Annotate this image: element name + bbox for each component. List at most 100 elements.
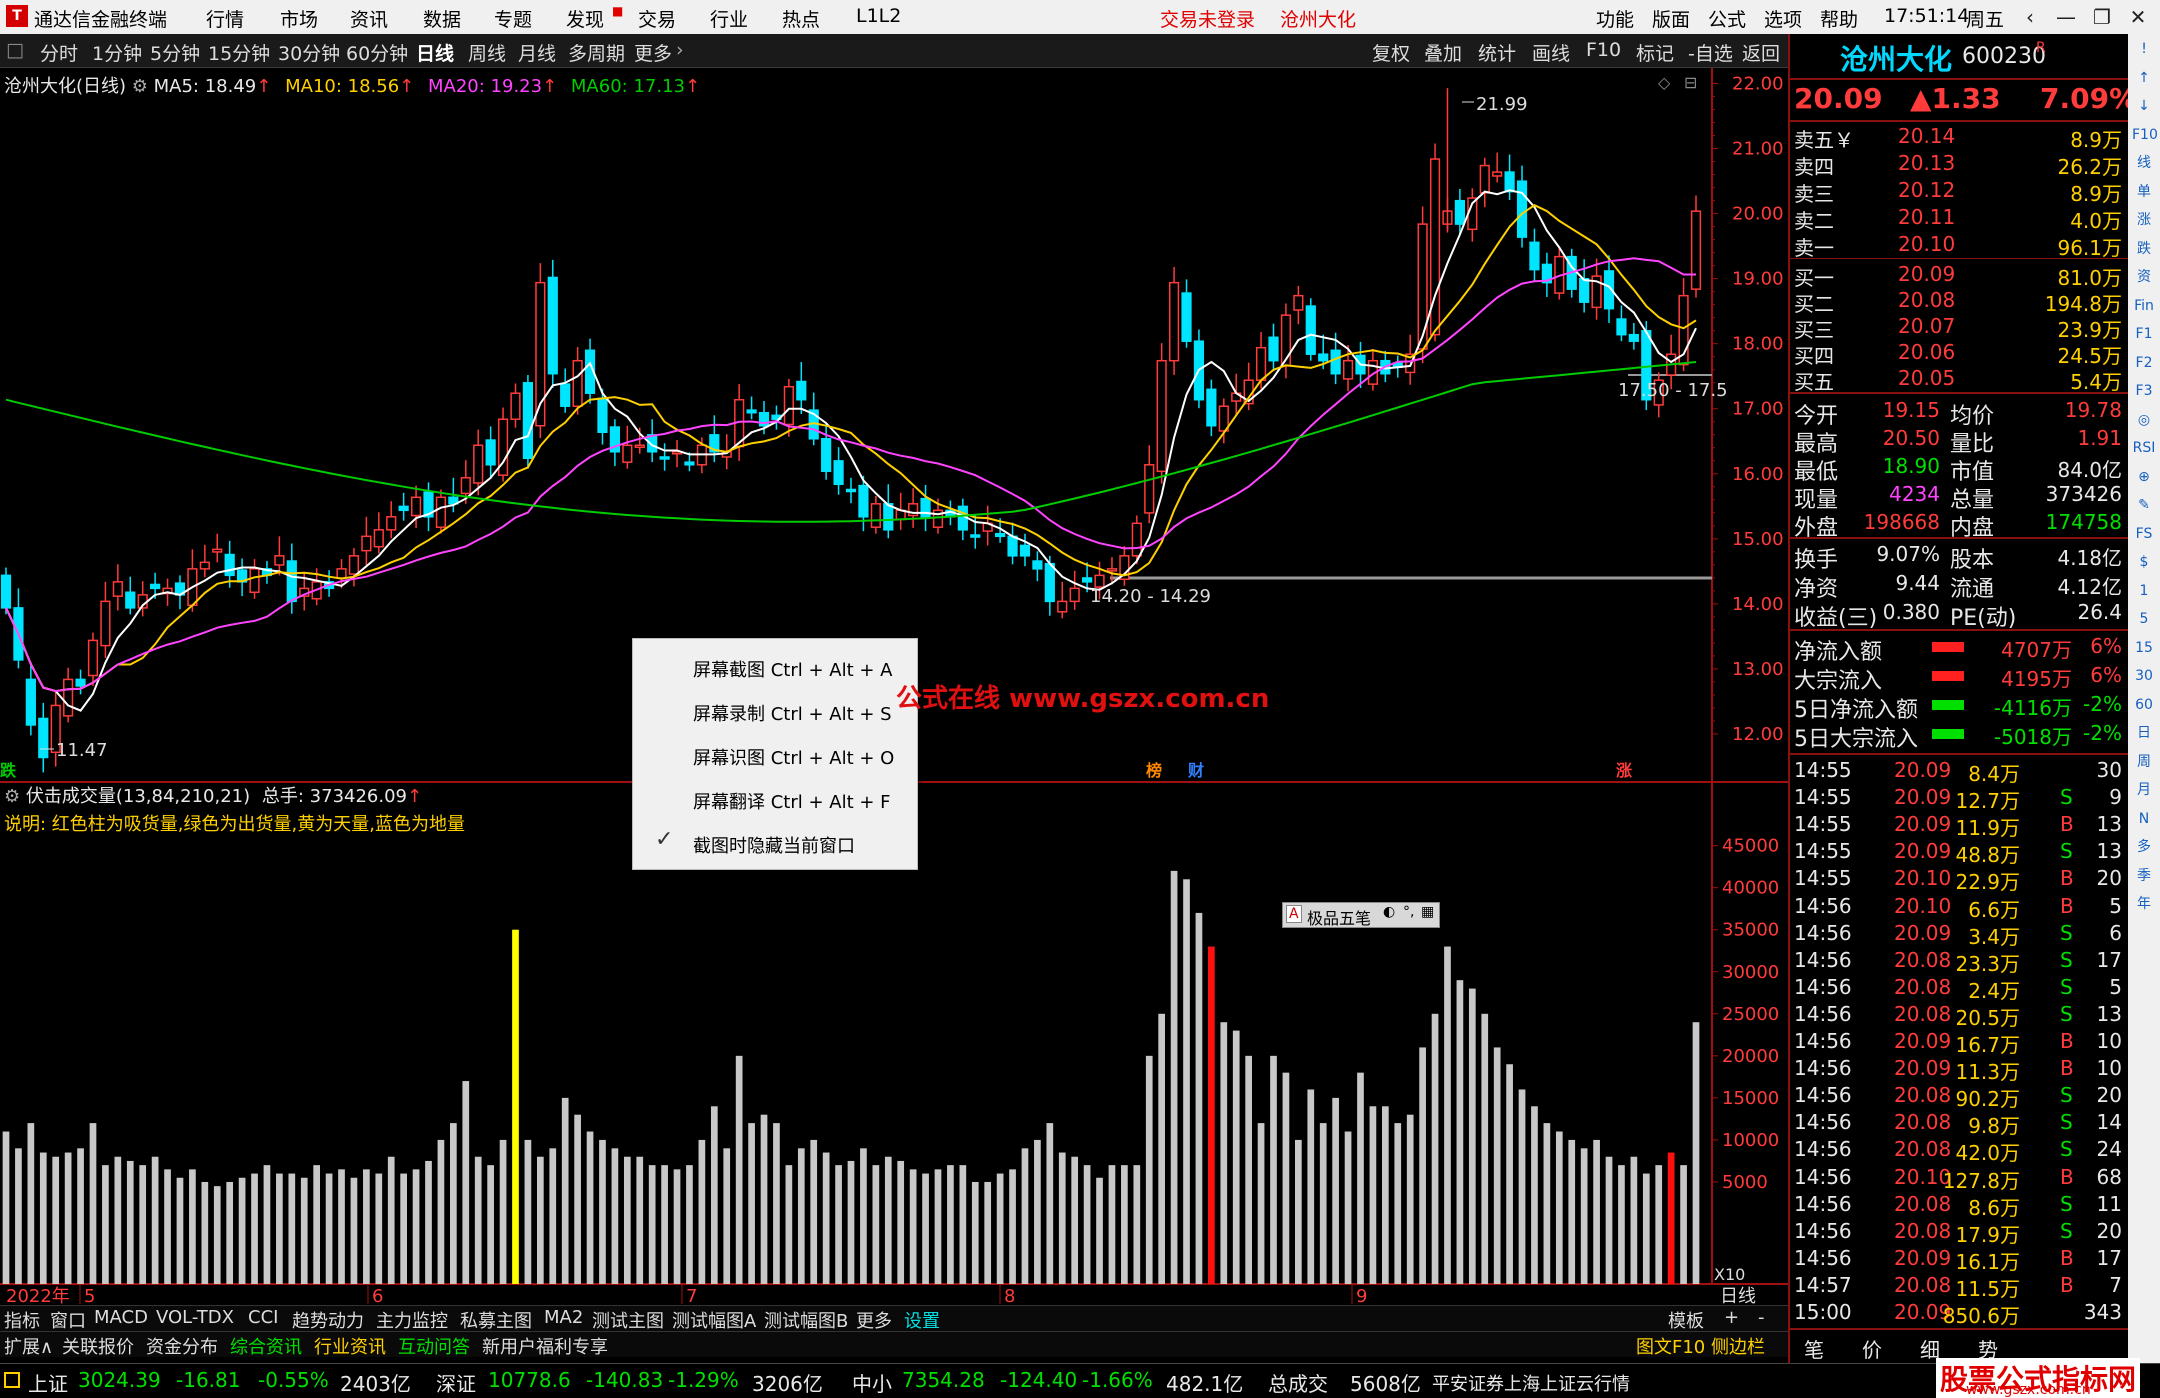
candlestick[interactable] (908, 488, 919, 528)
candlestick[interactable] (1069, 570, 1080, 610)
indicator-tab-11[interactable]: 测试幅图B (764, 1307, 848, 1333)
candlestick[interactable] (1305, 298, 1316, 361)
candlestick[interactable] (1690, 195, 1702, 298)
candlestick[interactable] (1492, 152, 1503, 183)
indicator-tab-7[interactable]: 私募主图 (460, 1307, 532, 1333)
candlestick[interactable] (0, 567, 12, 615)
period-1min[interactable]: 1分钟 (92, 39, 142, 66)
candlestick[interactable] (1529, 228, 1540, 282)
candlestick[interactable] (261, 561, 273, 584)
side-icon-29[interactable]: 季 (2132, 865, 2156, 887)
candlestick[interactable] (609, 419, 620, 467)
candlestick[interactable] (1032, 551, 1043, 582)
candlestick[interactable] (1516, 165, 1528, 248)
side-icon-4[interactable]: 线 (2132, 152, 2156, 174)
keyboard-icon[interactable]: ▦ (1421, 904, 1434, 920)
sh-label[interactable]: 上证 (28, 1368, 68, 1397)
candlestick[interactable] (1467, 188, 1478, 242)
back-icon[interactable]: ‹ (2012, 3, 2048, 31)
candlestick[interactable] (883, 484, 894, 539)
btn-diejia[interactable]: 叠加 (1424, 39, 1462, 66)
settings-icon[interactable]: ⚙ (132, 76, 154, 97)
ask-row[interactable]: 卖二 20.11 4.0万 (1790, 205, 2130, 233)
menu-l1l2[interactable]: L1L2 (856, 5, 901, 27)
bid-row[interactable]: 买二 20.08 194.8万 (1790, 288, 2130, 316)
side-icon-28[interactable]: 多 (2132, 836, 2156, 858)
candlestick[interactable] (237, 558, 248, 597)
menu-banmian[interactable]: 版面 (1652, 5, 1690, 32)
candlestick[interactable] (87, 632, 99, 686)
template-btn-1[interactable]: + (1724, 1307, 1739, 1328)
ext-tab-4[interactable]: 行业资讯 (314, 1333, 386, 1359)
side-icon-17[interactable]: FS (2132, 523, 2156, 545)
candlestick[interactable] (1156, 343, 1167, 484)
menu-jiaoyi[interactable]: 交易 (638, 5, 676, 32)
candlestick[interactable] (1119, 546, 1130, 586)
candlestick[interactable] (63, 667, 74, 723)
ext-tab-0[interactable]: 扩展∧ (4, 1333, 53, 1359)
side-icon-9[interactable]: Fin (2132, 295, 2156, 317)
side-icon-20[interactable]: 5 (2132, 608, 2156, 630)
candlestick[interactable] (1367, 348, 1379, 391)
candlestick[interactable] (634, 427, 645, 454)
indicator-tab-4[interactable]: CCI (248, 1307, 278, 1328)
ask-row[interactable]: 卖一 20.10 96.1万 (1790, 232, 2130, 260)
indicator-tab-2[interactable]: MACD (94, 1307, 148, 1328)
ask-row[interactable]: 卖四 20.13 26.2万 (1790, 151, 2130, 179)
candlestick[interactable] (1591, 258, 1602, 320)
menu-item-hide-window[interactable]: 截图时隐藏当前窗口 (693, 832, 855, 858)
candlestick[interactable] (25, 661, 36, 736)
period-daily[interactable]: 日线 (416, 39, 454, 66)
candlestick[interactable] (361, 516, 372, 565)
candlestick[interactable] (386, 501, 397, 539)
candlestick[interactable] (485, 426, 496, 480)
candlestick[interactable] (522, 375, 534, 469)
menu-gongshi[interactable]: 公式 (1708, 5, 1746, 32)
candlestick[interactable] (398, 492, 409, 521)
btn-zixuan[interactable]: -自选 (1688, 39, 1733, 66)
ext-tab-5[interactable]: 互动问答 (398, 1333, 470, 1359)
side-icon-15[interactable]: ⊕ (2132, 466, 2156, 488)
side-icon-10[interactable]: F1 (2132, 323, 2156, 345)
candlestick[interactable] (112, 564, 123, 611)
side-icon-0[interactable]: ! (2132, 38, 2156, 60)
indicator-tab-0[interactable]: 指标 (4, 1307, 40, 1333)
quote-tab-1[interactable]: 价 (1858, 1334, 1908, 1362)
side-icon-1[interactable]: ↑ (2132, 67, 2156, 89)
candlestick[interactable] (808, 392, 819, 446)
candlestick[interactable] (572, 347, 583, 415)
candlestick[interactable] (1616, 305, 1627, 342)
menu-zixun[interactable]: 资讯 (350, 5, 388, 32)
bid-row[interactable]: 买五 20.05 5.4万 (1790, 366, 2130, 394)
side-icon-22[interactable]: 30 (2132, 665, 2156, 687)
menu-item-translate[interactable]: 屏幕翻译 Ctrl + Alt + F (693, 788, 891, 814)
menu-shichang[interactable]: 市场 (280, 5, 318, 32)
ask-row[interactable]: 卖五￥ 20.14 8.9万 (1790, 124, 2130, 152)
candlestick[interactable] (659, 443, 670, 471)
candlestick[interactable] (1541, 252, 1552, 297)
candlestick[interactable] (199, 544, 210, 578)
candlestick[interactable] (870, 495, 881, 534)
period-60min[interactable]: 60分钟 (346, 39, 408, 66)
moon-icon[interactable]: ◐ (1383, 904, 1395, 920)
indicator-tab-13[interactable]: 设置 (904, 1307, 940, 1333)
restore-icon[interactable]: ❐ (2084, 3, 2120, 31)
candlestick[interactable] (1504, 154, 1515, 201)
side-icon-12[interactable]: F3 (2132, 380, 2156, 402)
indicator-tab-12[interactable]: 更多 (856, 1307, 892, 1333)
indicator-tab-8[interactable]: MA2 (544, 1307, 583, 1328)
candlestick[interactable] (348, 548, 360, 587)
menu-item-ocr[interactable]: 屏幕识图 Ctrl + Alt + O (693, 744, 894, 770)
candlestick[interactable] (125, 576, 136, 615)
period-15min[interactable]: 15分钟 (208, 39, 270, 66)
side-icon-23[interactable]: 60 (2132, 694, 2156, 716)
template-btn-2[interactable]: - (1758, 1307, 1765, 1328)
side-icon-24[interactable]: 日 (2132, 722, 2156, 744)
btn-f10[interactable]: F10 (1586, 39, 1621, 61)
login-status[interactable]: 交易未登录 (1160, 5, 1255, 32)
candlestick[interactable] (1293, 285, 1304, 325)
candlestick[interactable] (1144, 445, 1155, 524)
settings-icon[interactable]: ⚙ (4, 786, 26, 807)
side-icon-3[interactable]: F10 (2132, 124, 2158, 146)
menu-bangzhu[interactable]: 帮助 (1820, 5, 1858, 32)
